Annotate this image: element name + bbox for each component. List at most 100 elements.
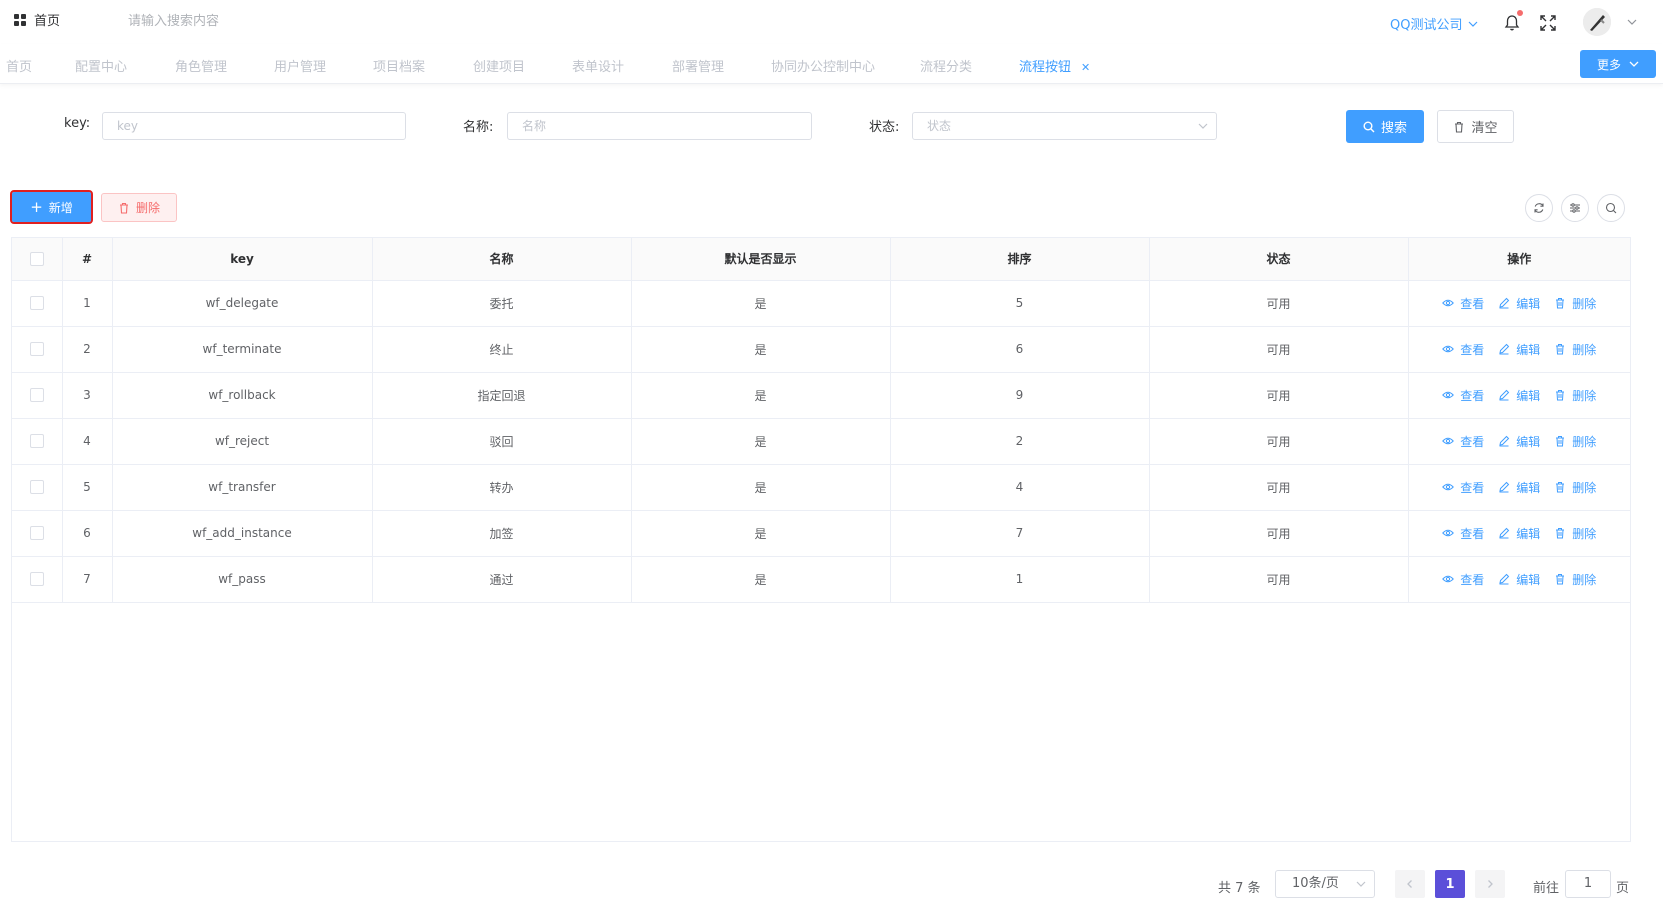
tab-role-management[interactable]: 角色管理 bbox=[175, 56, 227, 75]
delete-action[interactable]: 删除 bbox=[1554, 571, 1596, 588]
row-status: 可用 bbox=[1149, 326, 1409, 373]
edit-icon bbox=[1499, 389, 1510, 401]
add-label: 新增 bbox=[48, 200, 73, 215]
tab-office-control-center[interactable]: 协同办公控制中心 bbox=[771, 56, 875, 75]
row-actions: 查看 编辑 删除 bbox=[1408, 372, 1630, 419]
tab-process-category[interactable]: 流程分类 bbox=[920, 56, 972, 75]
name-input[interactable]: 名称 bbox=[507, 112, 812, 140]
trash-icon bbox=[1556, 574, 1565, 585]
header-name[interactable]: 名称 bbox=[372, 238, 632, 281]
add-button[interactable]: + 新增 bbox=[10, 190, 93, 224]
user-avatar-icon bbox=[1583, 8, 1611, 36]
row-select-cell[interactable] bbox=[12, 510, 63, 557]
prev-page-button[interactable] bbox=[1395, 870, 1425, 898]
edit-action[interactable]: 编辑 bbox=[1498, 433, 1540, 450]
status-select[interactable]: 状态 bbox=[912, 112, 1217, 140]
row-checkbox[interactable] bbox=[29, 296, 44, 311]
row-index: 4 bbox=[62, 418, 113, 465]
row-sort: 1 bbox=[890, 556, 1150, 603]
delete-action[interactable]: 删除 bbox=[1554, 387, 1596, 404]
delete-row-label: 删除 bbox=[1572, 526, 1597, 541]
tab-home[interactable]: 首页 bbox=[6, 56, 32, 75]
batch-delete-button[interactable]: 删除 bbox=[101, 193, 177, 222]
table-row[interactable]: 6 wf_add_instance 加签是 7 可用 查看 编辑 删除 bbox=[12, 510, 1630, 557]
tab-user-management[interactable]: 用户管理 bbox=[274, 56, 326, 75]
edit-action[interactable]: 编辑 bbox=[1498, 571, 1540, 588]
table-row[interactable]: 4 wf_reject 驳回是 2 可用 查看 编辑 删除 bbox=[12, 418, 1630, 465]
table-row[interactable]: 5 wf_transfer 转办是 4 可用 查看 编辑 删除 bbox=[12, 464, 1630, 511]
delete-action[interactable]: 删除 bbox=[1554, 341, 1596, 358]
edit-action[interactable]: 编辑 bbox=[1498, 387, 1540, 404]
close-icon[interactable]: ✕ bbox=[1081, 61, 1090, 74]
row-select-cell[interactable] bbox=[12, 556, 63, 603]
row-checkbox[interactable] bbox=[29, 572, 44, 587]
row-select-cell[interactable] bbox=[12, 372, 63, 419]
key-input[interactable]: key bbox=[102, 112, 406, 140]
header-select-all[interactable] bbox=[12, 238, 63, 281]
edit-action[interactable]: 编辑 bbox=[1498, 479, 1540, 496]
table-row[interactable]: 7 wf_pass 通过是 1 可用 查看 编辑 删除 bbox=[12, 556, 1630, 603]
row-checkbox[interactable] bbox=[29, 342, 44, 357]
trash-icon bbox=[1556, 482, 1565, 493]
table-row[interactable]: 1 wf_delegate 委托是 5 可用 查看 编辑 删除 bbox=[12, 280, 1630, 327]
next-page-button[interactable] bbox=[1475, 870, 1505, 898]
edit-action[interactable]: 编辑 bbox=[1498, 295, 1540, 312]
header-default-show[interactable]: 默认是否显示 bbox=[631, 238, 891, 281]
view-action[interactable]: 查看 bbox=[1442, 479, 1484, 496]
view-action[interactable]: 查看 bbox=[1442, 341, 1484, 358]
delete-row-label: 删除 bbox=[1572, 480, 1597, 495]
view-action[interactable]: 查看 bbox=[1442, 525, 1484, 542]
tab-process-buttons[interactable]: 流程按钮 ✕ bbox=[1019, 56, 1090, 75]
delete-action[interactable]: 删除 bbox=[1554, 295, 1596, 312]
select-all-checkbox[interactable] bbox=[29, 252, 44, 266]
delete-action[interactable]: 删除 bbox=[1554, 479, 1596, 496]
row-select-cell[interactable] bbox=[12, 418, 63, 465]
avatar[interactable] bbox=[1583, 8, 1611, 36]
home-label: 首页 bbox=[34, 14, 61, 29]
goto-page-input[interactable]: 1 bbox=[1565, 870, 1611, 898]
tab-project-archive[interactable]: 项目档案 bbox=[373, 56, 425, 75]
home-link[interactable]: 首页 bbox=[14, 10, 60, 29]
tab-config-center[interactable]: 配置中心 bbox=[75, 56, 127, 75]
edit-action[interactable]: 编辑 bbox=[1498, 525, 1540, 542]
view-action[interactable]: 查看 bbox=[1442, 295, 1484, 312]
header-status[interactable]: 状态 bbox=[1149, 238, 1409, 281]
row-checkbox[interactable] bbox=[29, 388, 44, 403]
edit-action[interactable]: 编辑 bbox=[1498, 341, 1540, 358]
chevron-down-icon[interactable] bbox=[1627, 17, 1637, 27]
fullscreen-icon[interactable] bbox=[1540, 15, 1556, 31]
refresh-button[interactable] bbox=[1525, 194, 1553, 222]
row-checkbox[interactable] bbox=[29, 526, 44, 541]
row-checkbox[interactable] bbox=[29, 434, 44, 449]
row-checkbox[interactable] bbox=[29, 480, 44, 495]
edit-icon bbox=[1499, 481, 1510, 493]
table-row[interactable]: 2 wf_terminate 终止是 6 可用 查看 编辑 删除 bbox=[12, 326, 1630, 373]
view-action[interactable]: 查看 bbox=[1442, 433, 1484, 450]
view-action[interactable]: 查看 bbox=[1442, 571, 1484, 588]
row-select-cell[interactable] bbox=[12, 280, 63, 327]
tab-form-design[interactable]: 表单设计 bbox=[572, 56, 624, 75]
row-select-cell[interactable] bbox=[12, 326, 63, 373]
header-sort[interactable]: 排序 bbox=[890, 238, 1150, 281]
more-button[interactable]: 更多 bbox=[1580, 50, 1656, 78]
row-select-cell[interactable] bbox=[12, 464, 63, 511]
company-selector[interactable]: QQ测试公司 bbox=[1390, 14, 1478, 33]
name-filter-label: 名称: bbox=[463, 120, 494, 135]
tab-create-project[interactable]: 创建项目 bbox=[473, 56, 525, 75]
view-action[interactable]: 查看 bbox=[1442, 387, 1484, 404]
delete-action[interactable]: 删除 bbox=[1554, 525, 1596, 542]
delete-action[interactable]: 删除 bbox=[1554, 433, 1596, 450]
global-search-input[interactable]: 请输入搜索内容 bbox=[128, 10, 219, 29]
table-row[interactable]: 3 wf_rollback 指定回退是 9 可用 查看 编辑 删除 bbox=[12, 372, 1630, 419]
bell-icon[interactable] bbox=[1504, 14, 1520, 32]
column-settings-button[interactable] bbox=[1561, 194, 1589, 222]
edit-label: 编辑 bbox=[1516, 526, 1541, 541]
page-number-current[interactable]: 1 bbox=[1435, 870, 1465, 898]
tab-deploy-management[interactable]: 部署管理 bbox=[672, 56, 724, 75]
toggle-search-button[interactable] bbox=[1597, 194, 1625, 222]
row-name: 终止 bbox=[372, 326, 632, 373]
clear-button[interactable]: 清空 bbox=[1437, 110, 1514, 143]
search-button[interactable]: 搜索 bbox=[1346, 110, 1424, 143]
page-size-select[interactable]: 10条/页 bbox=[1275, 870, 1375, 898]
header-key[interactable]: key bbox=[112, 238, 373, 281]
